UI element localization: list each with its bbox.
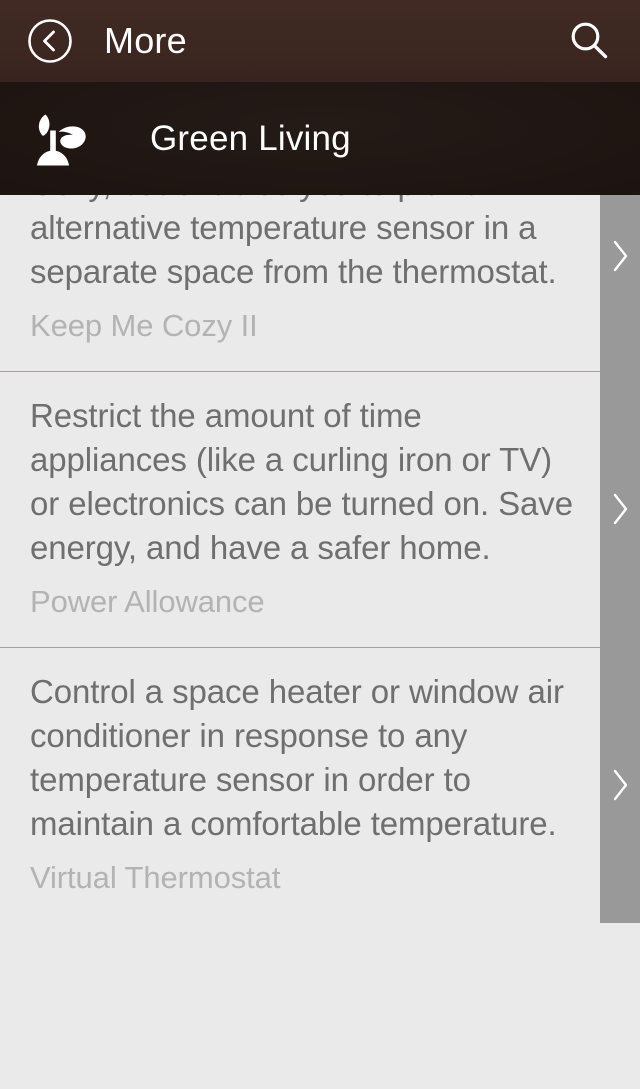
disclosure-button[interactable]	[600, 647, 640, 923]
category-header: Green Living	[0, 82, 640, 195]
list-item-name: Virtual Thermostat	[30, 860, 281, 895]
category-title: Green Living	[150, 118, 351, 158]
chevron-right-icon	[613, 769, 628, 801]
sprout-icon	[37, 114, 86, 165]
list-item-description: Control a space heater or window air con…	[30, 673, 564, 842]
chevron-right-icon	[613, 493, 628, 525]
list-item[interactable]: Cozy, but enables you to pick an alterna…	[0, 195, 640, 371]
list-item[interactable]: Control a space heater or window air con…	[0, 647, 640, 923]
chevron-right-icon	[613, 240, 628, 271]
page-title: More	[104, 20, 187, 61]
app-screen: More Green Living Cozy, but enables you …	[0, 0, 640, 1089]
smartapp-list[interactable]: Cozy, but enables you to pick an alterna…	[0, 195, 640, 1089]
list-item-description: Restrict the amount of time appliances (…	[30, 397, 573, 566]
disclosure-button[interactable]	[600, 195, 640, 371]
circle-chevron-left-icon[interactable]	[26, 17, 74, 65]
disclosure-button[interactable]	[600, 371, 640, 647]
list-item[interactable]: Restrict the amount of time appliances (…	[0, 371, 640, 647]
list-item-description: Cozy, but enables you to pick an alterna…	[30, 195, 557, 290]
list-item-content: Cozy, but enables you to pick an alterna…	[0, 195, 600, 371]
list-item-name: Keep Me Cozy II	[30, 308, 258, 343]
navigation-bar: More	[0, 0, 640, 82]
list-item-name: Power Allowance	[30, 584, 265, 619]
list-scroll-content: Cozy, but enables you to pick an alterna…	[0, 195, 640, 923]
list-item-content: Restrict the amount of time appliances (…	[0, 371, 600, 647]
search-icon[interactable]	[566, 18, 612, 64]
list-item-content: Control a space heater or window air con…	[0, 647, 600, 923]
